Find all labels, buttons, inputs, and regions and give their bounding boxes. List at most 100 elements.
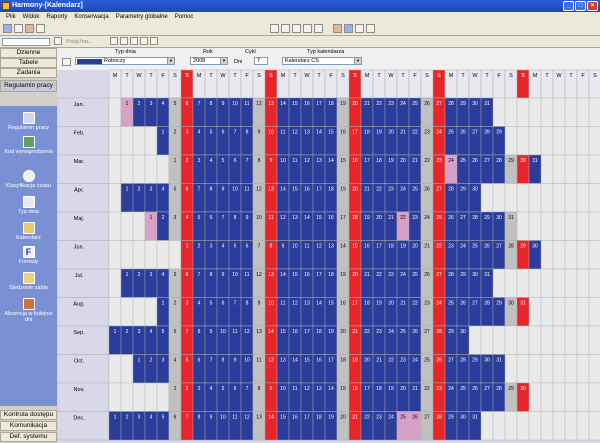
day-number: 19 — [388, 386, 394, 392]
menu-konserwacja[interactable]: Konserwacja — [74, 14, 108, 20]
sidebar-item-klasyfikacja[interactable]: Klasyfikacja czasu — [0, 170, 57, 189]
day-number: 25 — [448, 301, 454, 307]
empty-cell — [540, 297, 554, 327]
filter-2-icon[interactable] — [292, 24, 301, 33]
day-number: 1 — [126, 187, 129, 193]
day-number: 8 — [246, 130, 249, 136]
new-icon[interactable] — [3, 24, 12, 33]
minimize-button[interactable]: _ — [563, 1, 574, 11]
preview-icon[interactable] — [36, 24, 45, 33]
day-number: 11 — [232, 329, 237, 335]
day-number: 12 — [256, 101, 262, 107]
save-icon[interactable] — [14, 24, 23, 33]
nav-dzienne[interactable]: Dzienne — [0, 48, 57, 58]
day-number: 11 — [292, 158, 297, 164]
day-number: 2 — [162, 215, 165, 221]
nav-tabele[interactable]: Tabele — [0, 58, 57, 68]
empty-cell — [588, 211, 600, 241]
menu-raporty[interactable]: Raporty — [46, 14, 67, 20]
delete-icon[interactable] — [150, 37, 158, 45]
settings-icon[interactable] — [333, 24, 342, 33]
day-number: 10 — [220, 415, 226, 421]
menu-parametry[interactable]: Parametry globalne — [116, 14, 168, 20]
day-number: 10 — [232, 187, 238, 193]
menu-plik[interactable]: Plik — [6, 14, 16, 20]
nav-regulamin[interactable]: Regulamin pracy — [0, 80, 57, 92]
maximize-button[interactable]: □ — [575, 1, 586, 11]
day-number: 7 — [198, 272, 201, 278]
day-number: 6 — [186, 187, 189, 193]
nav-kontrola[interactable]: Kontrola dostępu — [0, 410, 57, 420]
day-number: 22 — [388, 358, 394, 364]
day-number: 30 — [472, 272, 478, 278]
format-icon[interactable] — [270, 24, 279, 33]
day-number: 13 — [304, 130, 310, 136]
nav-def-systemu[interactable]: Def. systemu — [0, 432, 57, 442]
sidebar-item-regulamin[interactable]: Regulamin pracy — [0, 112, 57, 131]
day-number: 19 — [328, 415, 334, 421]
day-number: 31 — [532, 158, 538, 164]
day-number: 18 — [328, 187, 334, 193]
filter-icon[interactable] — [281, 24, 290, 33]
day-number: 30 — [460, 415, 466, 421]
day-number: 8 — [198, 415, 201, 421]
empty-cell — [588, 154, 600, 184]
filter-3-icon[interactable] — [303, 24, 312, 33]
day-number: 27 — [484, 386, 490, 392]
day-number: 9 — [282, 244, 285, 250]
sidebar-item-kalendarz[interactable]: Kalendarz — [0, 222, 57, 241]
sidebar-item-absencja[interactable]: Absencja w kolejnie dni — [0, 298, 57, 323]
day-header-label: S — [353, 73, 357, 79]
search-hint[interactable]: Podaj fraz... — [66, 39, 93, 45]
day-number: 25 — [436, 215, 442, 221]
menu-pomoc[interactable]: Pomoc — [175, 14, 194, 20]
empty-cell — [588, 325, 600, 355]
filter-4-icon[interactable] — [314, 24, 323, 33]
sidebar-item-kod[interactable]: Kod wynagrodzenia — [0, 136, 57, 155]
day-number: 10 — [280, 158, 286, 164]
nav-next-icon[interactable] — [120, 37, 128, 45]
day-number: 24 — [400, 187, 406, 193]
day-number: 19 — [352, 358, 358, 364]
toolbar-main — [0, 22, 600, 36]
nav-first-icon[interactable] — [54, 37, 62, 45]
sidebar-item-typ-dnia[interactable]: Typ dnia — [0, 196, 57, 215]
day-number: 30 — [520, 386, 526, 392]
empty-cell — [480, 325, 494, 355]
sidebar-item-sledzenie[interactable]: Śledzenie salda — [0, 272, 57, 291]
menu-widok[interactable]: Widok — [23, 14, 40, 20]
nav-komunikacja[interactable]: Komunikacja — [0, 421, 57, 431]
day-number: 13 — [316, 158, 322, 164]
balance-icon — [22, 272, 35, 284]
nav-zadania[interactable]: Zadania — [0, 68, 57, 78]
empty-cell — [468, 325, 482, 355]
empty-cell — [108, 126, 122, 156]
empty-cell — [540, 126, 554, 156]
day-number: 10 — [232, 272, 238, 278]
day-number: 27 — [436, 272, 442, 278]
help-icon[interactable] — [366, 24, 375, 33]
nav-prev-icon[interactable] — [110, 37, 118, 45]
empty-cell — [504, 354, 518, 384]
day-number: 13 — [256, 415, 262, 421]
print-icon[interactable] — [25, 24, 34, 33]
sidebar-item-formuly[interactable]: F Formuły — [0, 246, 57, 265]
day-number: 2 — [198, 244, 201, 250]
nav-last-icon[interactable] — [130, 37, 138, 45]
day-number: 15 — [280, 329, 286, 335]
export-icon[interactable] — [355, 24, 364, 33]
empty-cell — [144, 126, 158, 156]
empty-cell — [564, 240, 578, 270]
day-number: 11 — [304, 244, 309, 250]
folder-icon — [22, 222, 35, 234]
day-number: 24 — [448, 158, 454, 164]
day-number: 4 — [186, 215, 189, 221]
calendar-tool-icon[interactable] — [344, 24, 353, 33]
day-number: 4 — [150, 329, 153, 335]
day-number: 22 — [424, 158, 430, 164]
view-selector[interactable] — [2, 38, 50, 46]
day-number: 9 — [222, 101, 225, 107]
refresh-icon[interactable] — [140, 37, 148, 45]
day-number: 1 — [150, 215, 153, 221]
close-button[interactable]: × — [587, 1, 598, 11]
